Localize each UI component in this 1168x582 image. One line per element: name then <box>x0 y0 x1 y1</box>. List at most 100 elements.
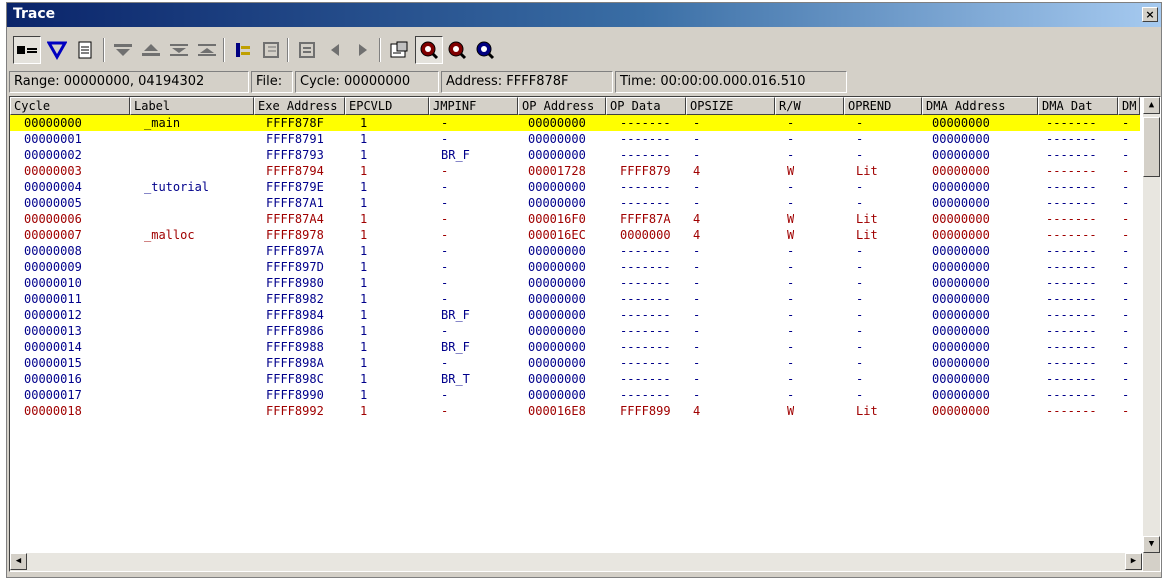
column-header[interactable]: Cycle <box>10 97 130 115</box>
table-cell: FFFF8793 <box>266 148 324 162</box>
table-cell: FFFF8992 <box>266 404 324 418</box>
table-cell: FFFF8984 <box>266 308 324 322</box>
zoom-reset-icon[interactable] <box>471 36 499 64</box>
column-header[interactable]: EPCVLD <box>345 97 429 115</box>
table-row[interactable]: 00000016 FFFF898C 1 BR_T 00000000 ------- - - -0… <box>10 371 1140 387</box>
zoom-in-icon[interactable] <box>415 36 443 64</box>
table-cell: Lit <box>856 164 878 178</box>
table-cell: ------- <box>620 276 671 290</box>
table-row[interactable]: 00000009 FFFF897D 1-00000000 ------- - - -0000… <box>10 259 1140 275</box>
column-header[interactable]: OP Address <box>518 97 606 115</box>
column-header[interactable]: R/W <box>775 97 844 115</box>
tree-view-icon[interactable] <box>229 36 257 64</box>
table-row[interactable]: 00000004 _tutorial FFFF879E 1-00000000 -----… <box>10 179 1140 195</box>
table-cell: - <box>1122 292 1130 306</box>
table-cell: - <box>787 196 795 210</box>
table-row[interactable]: 00000012 FFFF8984 1 BR_F 00000000 ------- - - -0… <box>10 307 1140 323</box>
column-header[interactable]: DMA Dat <box>1038 97 1118 115</box>
table-cell: ------- <box>620 180 671 194</box>
table-cell: - <box>693 132 701 146</box>
table-cell: ------- <box>1046 404 1097 418</box>
scroll-down-icon[interactable]: ▼ <box>1143 536 1160 553</box>
last-icon[interactable] <box>193 36 221 64</box>
scroll-corner <box>1143 553 1160 571</box>
table-row[interactable]: 00000002 FFFF8793 1 BR_F 00000000 ------- - - -0… <box>10 147 1140 163</box>
table-cell: 00000000 <box>528 276 586 290</box>
close-icon[interactable]: × <box>1142 7 1158 22</box>
first-icon[interactable] <box>165 36 193 64</box>
horizontal-scrollbar[interactable]: ◀ ▶ <box>10 553 1142 571</box>
trace-grid[interactable]: Cycle Label Exe Address EPCVLD JMPINF OP Addr… <box>9 96 1161 572</box>
table-cell: 4 <box>693 212 701 226</box>
source-view-icon[interactable] <box>257 36 285 64</box>
table-cell: - <box>441 132 449 146</box>
column-header[interactable]: DM <box>1118 97 1140 115</box>
table-cell: - <box>1122 260 1130 274</box>
table-cell: 00000000 <box>528 180 586 194</box>
table-cell: 4 <box>693 404 701 418</box>
column-header[interactable]: Label <box>130 97 254 115</box>
table-cell: ------- <box>620 324 671 338</box>
column-header[interactable]: OPSIZE <box>686 97 775 115</box>
table-row[interactable]: 00000003 FFFF8794 1-00001728 FFFF879 4 W Lit 00… <box>10 163 1140 179</box>
properties-icon[interactable] <box>385 36 413 64</box>
table-cell: - <box>693 276 701 290</box>
table-cell: FFFF878F <box>266 116 324 130</box>
table-cell: _malloc <box>144 228 195 242</box>
column-header[interactable]: Exe Address <box>254 97 345 115</box>
table-cell: - <box>787 388 795 402</box>
scroll-thumb[interactable] <box>1143 117 1160 177</box>
table-cell: - <box>1122 228 1130 242</box>
step-forward-icon[interactable] <box>349 36 377 64</box>
vertical-scrollbar[interactable]: ▲ ▼ <box>1143 97 1160 553</box>
table-cell: ------- <box>1046 116 1097 130</box>
table-cell: - <box>441 212 449 226</box>
table-cell: - <box>441 164 449 178</box>
table-row[interactable]: 00000018 FFFF8992 1 - 000016E8 FFFF899 4 W Lit 00… <box>10 403 1140 419</box>
table-cell: FFFF898A <box>266 356 324 370</box>
table-cell: 00000002 <box>24 148 82 162</box>
find-prev-icon[interactable] <box>137 36 165 64</box>
table-cell: 00000010 <box>24 276 82 290</box>
table-cell: - <box>1122 372 1130 386</box>
table-cell: - <box>1122 180 1130 194</box>
scroll-left-icon[interactable]: ◀ <box>10 553 27 570</box>
find-next-icon[interactable] <box>109 36 137 64</box>
zoom-out-icon[interactable] <box>443 36 471 64</box>
scroll-right-icon[interactable]: ▶ <box>1125 553 1142 570</box>
table-row[interactable]: 00000015 FFFF898A 1-00000000 ------- - - -0000… <box>10 355 1140 371</box>
column-header[interactable]: DMA Address <box>922 97 1038 115</box>
table-row[interactable]: 00000007 _malloc FFFF8978 1 - 000016EC 0000000… <box>10 227 1140 243</box>
table-row[interactable]: 00000001 FFFF8791 1-00000000 ------- - - -0000… <box>10 131 1140 147</box>
table-cell: 00000013 <box>24 324 82 338</box>
table-row[interactable]: 00000017 FFFF8990 1-00000000 ------- - - -0000… <box>10 387 1140 403</box>
table-cell: ------- <box>1046 164 1097 178</box>
step-back-icon[interactable] <box>321 36 349 64</box>
table-cell: - <box>787 116 795 130</box>
window-icon[interactable] <box>293 36 321 64</box>
table-cell: ------- <box>620 148 671 162</box>
table-row[interactable]: 00000005 FFFF87A1 1-00000000 ------- - - -0000… <box>10 195 1140 211</box>
table-cell: 00000007 <box>24 228 82 242</box>
column-header[interactable]: JMPINF <box>429 97 518 115</box>
acquisition-toggle-icon[interactable] <box>13 36 41 64</box>
table-row[interactable]: 00000006 FFFF87A4 1-000016F0 FFFF87A 4 W Lit 00… <box>10 211 1140 227</box>
table-cell: - <box>1122 324 1130 338</box>
table-row[interactable]: 00000011 FFFF8982 1-00000000 ------- - - -0000… <box>10 291 1140 307</box>
scroll-up-icon[interactable]: ▲ <box>1143 97 1160 114</box>
table-cell: ------- <box>1046 308 1097 322</box>
table-row[interactable]: 00000014 FFFF8988 1 BR_F 00000000 ------- - - -0… <box>10 339 1140 355</box>
table-row[interactable]: 00000010 FFFF8980 1-00000000 ------- - - -0000… <box>10 275 1140 291</box>
table-row[interactable]: 00000008 FFFF897A 1-00000000 ------- - - -0000… <box>10 243 1140 259</box>
table-cell: BR_F <box>441 148 470 162</box>
table-cell: BR_F <box>441 340 470 354</box>
column-header[interactable]: OP Data <box>606 97 686 115</box>
document-icon[interactable] <box>71 36 99 64</box>
column-header[interactable]: OPREND <box>844 97 922 115</box>
table-row[interactable]: 00000013 FFFF8986 1-00000000 ------- - - -0000… <box>10 323 1140 339</box>
column-header-row: Cycle Label Exe Address EPCVLD JMPINF OP Addr… <box>10 97 1140 115</box>
table-row-selected[interactable]: 00000000 _main FFFF878F 1-00000000 ------- - -… <box>10 115 1140 131</box>
table-cell: W <box>787 164 795 178</box>
table-cell: - <box>441 292 449 306</box>
filter-icon[interactable] <box>43 36 71 64</box>
